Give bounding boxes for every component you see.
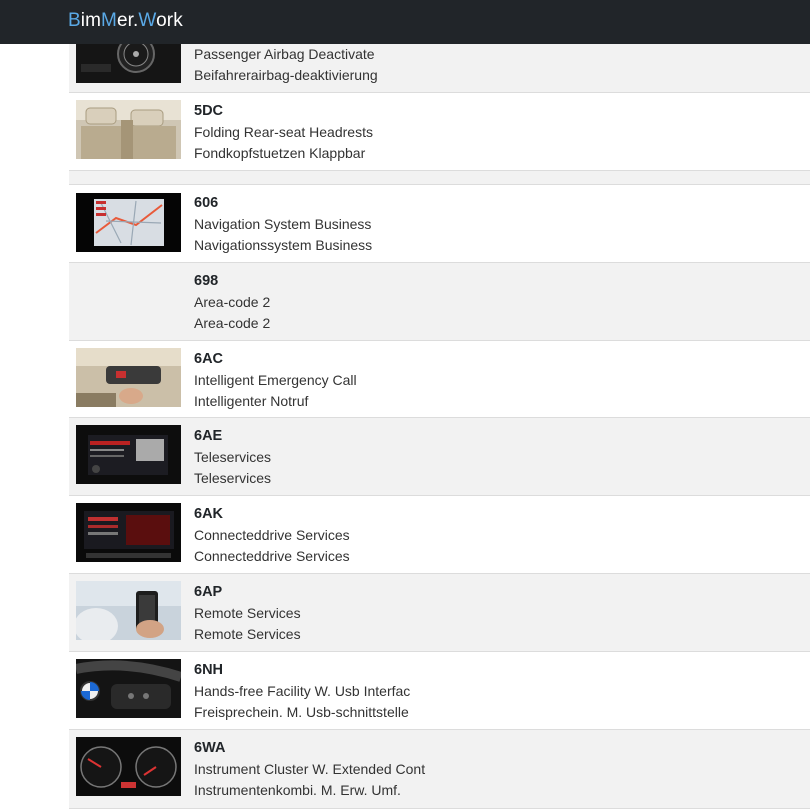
item-text: Passenger Airbag Deactivate Beifahrerair…: [194, 44, 378, 86]
item-name-en: Area-code 2: [194, 294, 271, 310]
list-item[interactable]: 606 Navigation System Business Navigatio…: [69, 185, 810, 263]
item-code: 6AP: [194, 584, 223, 600]
item-name-de: Fondkopfstuetzen Klappbar: [194, 145, 366, 161]
item-code: 6AC: [194, 351, 224, 367]
top-navbar: BimMer.Work: [0, 0, 810, 44]
item-text: 6WA Instrument Cluster W. Extended Cont …: [194, 738, 425, 801]
item-name-de: Intelligenter Notruf: [194, 393, 309, 409]
item-code: 698: [194, 273, 219, 289]
item-name-en: Intelligent Emergency Call: [194, 372, 357, 388]
item-text: 6AC Intelligent Emergency Call Intellige…: [194, 349, 357, 412]
overhead-sos-button-photo: [76, 348, 181, 407]
item-name-de: Freisprechein. M. Usb-schnittstelle: [194, 704, 409, 720]
item-text: 6AE Teleservices Teleservices: [194, 426, 271, 489]
list-item[interactable]: 6WA Instrument Cluster W. Extended Cont …: [69, 730, 810, 809]
instrument-cluster-photo: [76, 737, 181, 796]
item-name-de: Beifahrerairbag-deaktivierung: [194, 67, 378, 83]
item-code: 606: [194, 195, 219, 211]
list-item[interactable]: 698 Area-code 2 Area-code 2: [69, 263, 810, 341]
item-code: 6NH: [194, 662, 224, 678]
list-item[interactable]: 6NH Hands-free Facility W. Usb Interfac …: [69, 652, 810, 730]
item-name-en: Remote Services: [194, 605, 301, 621]
steering-wheel-photo: [76, 659, 181, 718]
item-code: 6WA: [194, 740, 226, 756]
item-name-de: Remote Services: [194, 626, 301, 642]
item-code: 6AE: [194, 428, 223, 444]
idrive-teleservices-screen: [76, 425, 181, 484]
item-text: 6NH Hands-free Facility W. Usb Interfac …: [194, 660, 410, 723]
item-text: 5DC Folding Rear-seat Headrests Fondkopf…: [194, 101, 373, 164]
item-name-en: Connecteddrive Services: [194, 527, 350, 543]
site-logo-link[interactable]: BimMer.Work: [68, 10, 183, 32]
list-item[interactable]: 5DC Folding Rear-seat Headrests Fondkopf…: [69, 93, 810, 171]
item-name-en: Passenger Airbag Deactivate: [194, 46, 375, 62]
smartphone-remote-photo: [76, 581, 181, 640]
list-item[interactable]: 6AC Intelligent Emergency Call Intellige…: [69, 341, 810, 418]
item-name-de: Connecteddrive Services: [194, 548, 350, 564]
item-name-en: Navigation System Business: [194, 216, 372, 232]
list-item[interactable]: 6AK Connecteddrive Services Connecteddri…: [69, 496, 810, 574]
item-text: 698 Area-code 2 Area-code 2: [194, 271, 270, 334]
item-name-en: Folding Rear-seat Headrests: [194, 124, 373, 140]
item-name-de: Teleservices: [194, 470, 272, 486]
rear-seat-headrest-photo: [76, 100, 181, 159]
item-code: 5DC: [194, 103, 224, 119]
item-name-de: Area-code 2: [194, 315, 271, 331]
idrive-connecteddrive-screen: [76, 503, 181, 562]
section-divider: [69, 171, 810, 185]
item-name-en: Hands-free Facility W. Usb Interfac: [194, 683, 411, 699]
item-text: 6AP Remote Services Remote Services: [194, 582, 301, 645]
navigation-map-screen: [76, 193, 181, 252]
list-item[interactable]: 6AP Remote Services Remote Services: [69, 574, 810, 652]
item-code: 6AK: [194, 506, 224, 522]
item-name-en: Teleservices: [194, 449, 272, 465]
item-text: 6AK Connecteddrive Services Connecteddri…: [194, 504, 350, 567]
item-name-de: Navigationssystem Business: [194, 237, 373, 253]
item-name-de: Instrumentenkombi. M. Erw. Umf.: [194, 782, 401, 798]
list-item[interactable]: 6AE Teleservices Teleservices: [69, 418, 810, 496]
item-text: 606 Navigation System Business Navigatio…: [194, 193, 372, 256]
item-name-en: Instrument Cluster W. Extended Cont: [194, 761, 426, 777]
